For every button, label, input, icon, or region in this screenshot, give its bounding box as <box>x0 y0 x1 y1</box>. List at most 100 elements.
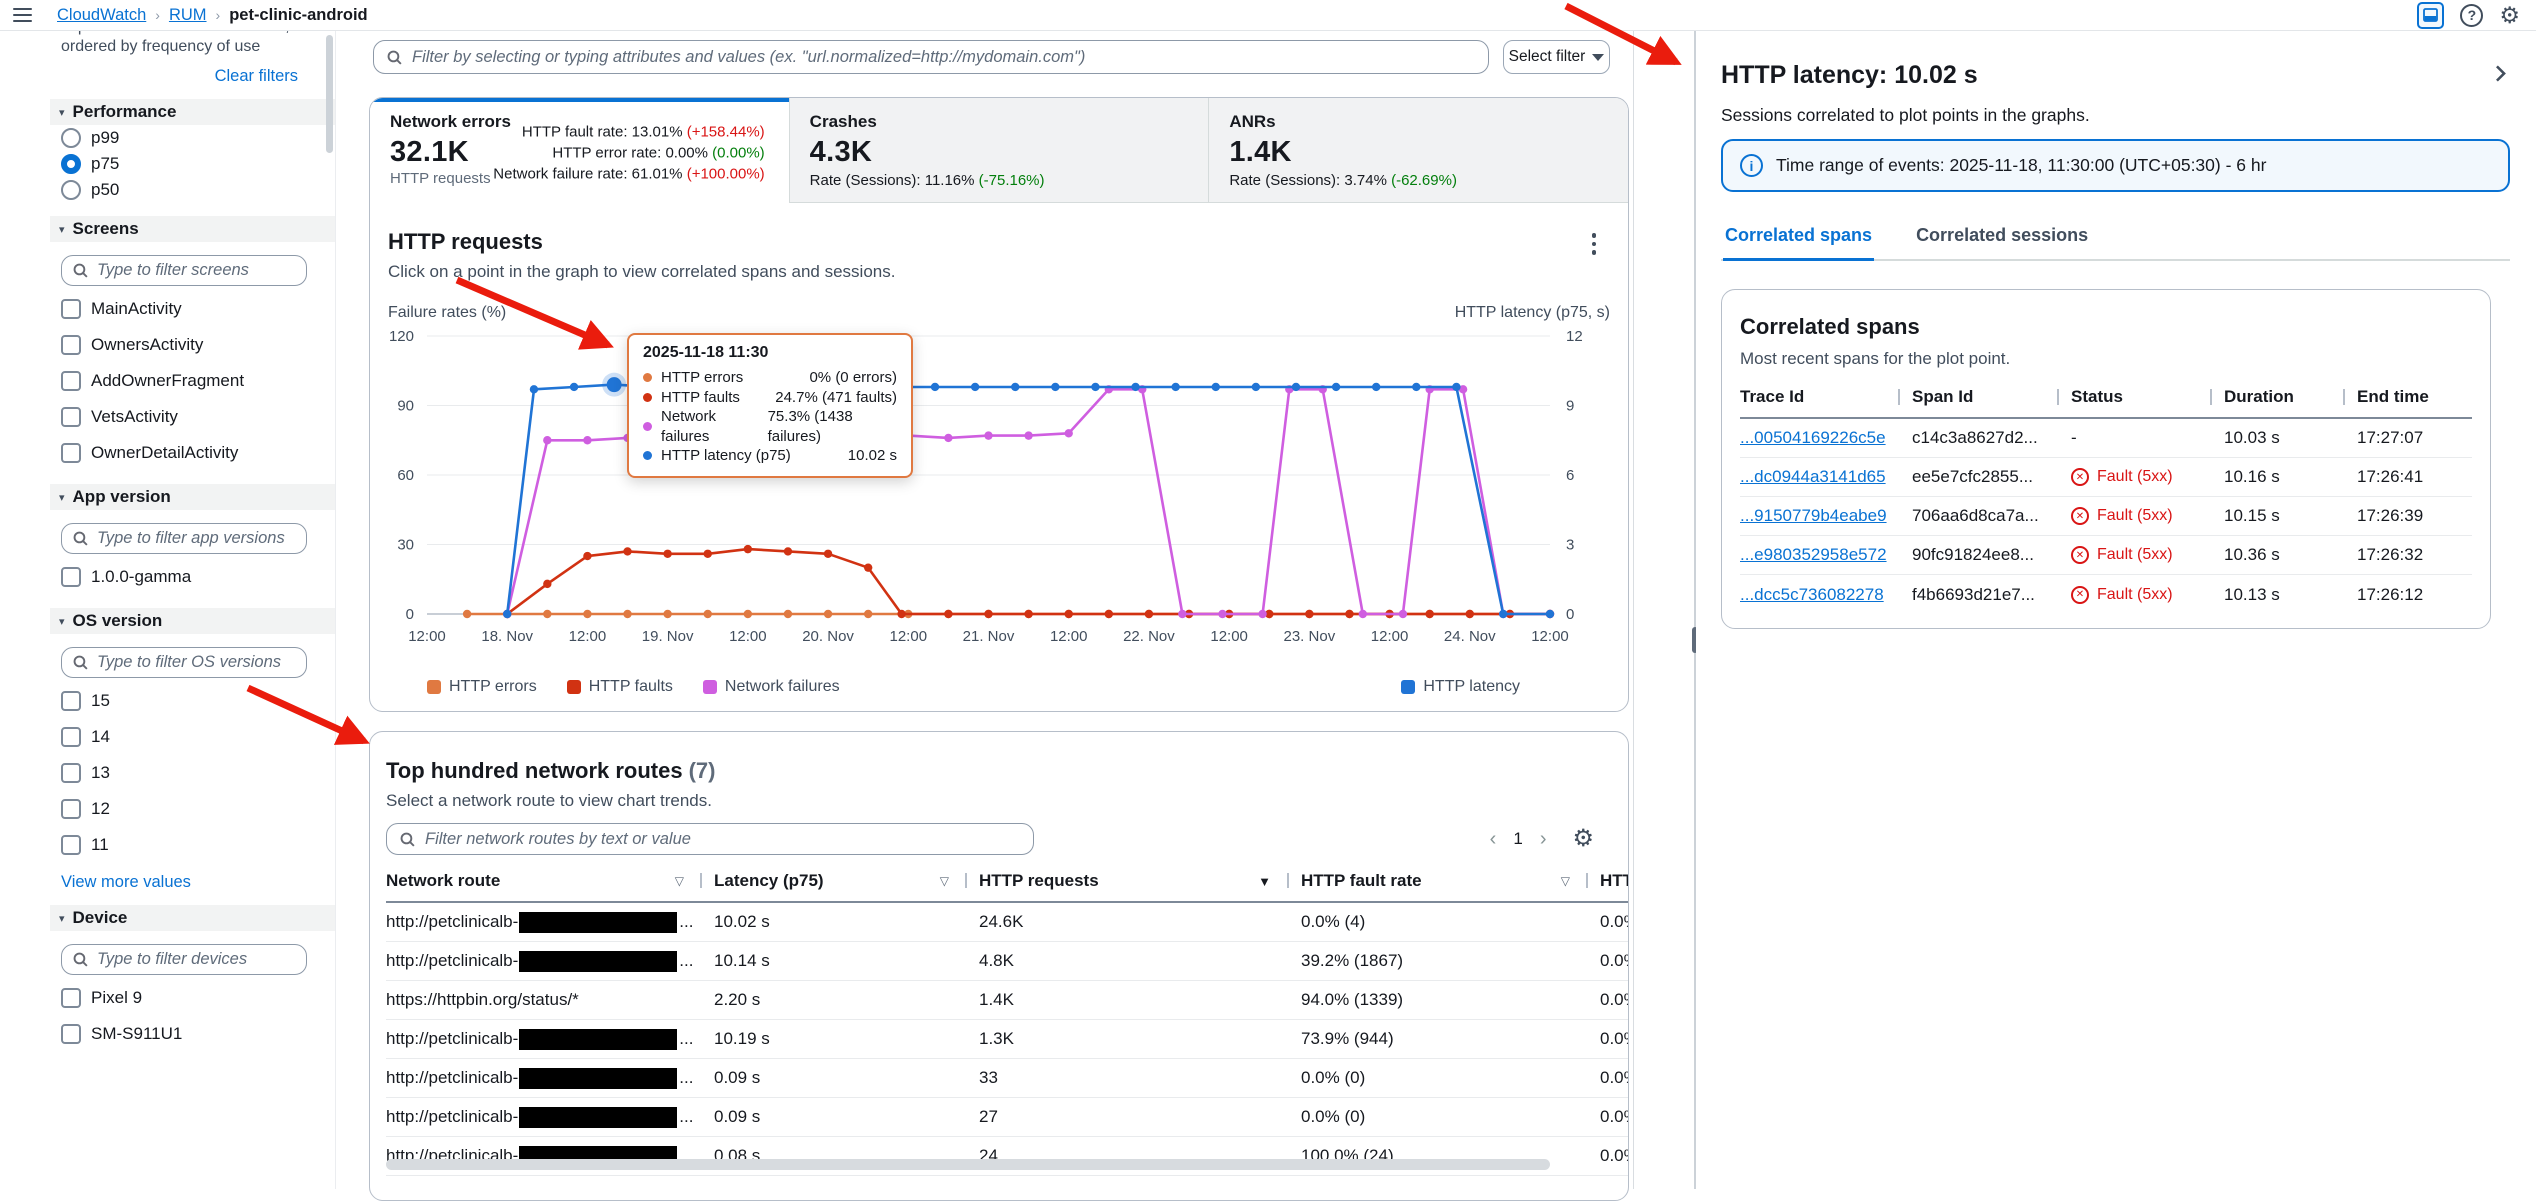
current-page[interactable]: 1 <box>1513 829 1522 849</box>
split-panel-icon[interactable] <box>2417 2 2444 29</box>
view-more-values-link[interactable]: View more values <box>61 873 335 892</box>
data-point-http-latency[interactable] <box>1011 383 1019 391</box>
filter-section-app-version[interactable]: ▾App version <box>50 484 335 510</box>
data-point-http-faults[interactable] <box>744 545 752 553</box>
metric-tab-network-errors[interactable]: Network errors32.1KHTTP requestsHTTP fau… <box>370 98 789 203</box>
network-route-row[interactable]: http://petclinicalb-...0.09 s330.0% (0)0… <box>386 1059 1629 1098</box>
data-point-http-faults[interactable] <box>1466 610 1474 618</box>
column-filter-icon[interactable]: ▽ <box>940 874 949 888</box>
checkbox-option-11[interactable]: 11 <box>61 827 335 863</box>
data-point-http-faults[interactable] <box>824 550 832 558</box>
table-preferences-gear-icon[interactable]: ⚙ <box>1572 827 1594 851</box>
radio-option-p75[interactable]: p75 <box>61 151 335 177</box>
data-point-http-errors[interactable] <box>784 610 792 618</box>
data-point-http-latency[interactable] <box>1412 383 1420 391</box>
horizontal-scrollbar[interactable] <box>386 1159 1550 1170</box>
checkbox-control[interactable] <box>61 763 81 783</box>
span-row[interactable]: ...9150779b4eabe9706aa6d8ca7a...✕Fault (… <box>1740 497 2472 536</box>
checkbox-option-vetsactivity[interactable]: VetsActivity <box>61 399 335 435</box>
attribute-filter-input[interactable] <box>412 48 1476 67</box>
data-point-http-faults[interactable] <box>1145 610 1153 618</box>
radio-control[interactable] <box>61 154 81 174</box>
checkbox-control[interactable] <box>61 443 81 463</box>
column-header-http-requests[interactable]: HTTP requests▼ <box>965 871 1287 891</box>
checkbox-control[interactable] <box>61 567 81 587</box>
data-point-http-latency[interactable] <box>1332 383 1340 391</box>
data-point-http-faults[interactable] <box>1024 610 1032 618</box>
trace-id-link[interactable]: ...e980352958e572 <box>1740 545 1887 564</box>
checkbox-control[interactable] <box>61 988 81 1008</box>
radio-control[interactable] <box>61 128 81 148</box>
data-point-http-latency[interactable] <box>1252 383 1260 391</box>
trace-id-link[interactable]: ...9150779b4eabe9 <box>1740 506 1887 525</box>
data-point-http-latency[interactable] <box>1372 383 1380 391</box>
filter-section-os-version[interactable]: ▾OS version <box>50 608 335 634</box>
radio-control[interactable] <box>61 180 81 200</box>
data-point-http-errors[interactable] <box>663 610 671 618</box>
data-point-http-latency[interactable] <box>570 383 578 391</box>
column-header-trace-id[interactable]: Trace Id <box>1740 387 1898 407</box>
data-point-network-failures[interactable] <box>543 436 551 444</box>
checkbox-control[interactable] <box>61 335 81 355</box>
data-point-http-faults[interactable] <box>663 550 671 558</box>
checkbox-control[interactable] <box>61 835 81 855</box>
data-point-http-latency[interactable] <box>1452 383 1460 391</box>
column-header-http-fault-rate[interactable]: HTTP fault rate▽ <box>1287 871 1586 891</box>
checkbox-control[interactable] <box>61 299 81 319</box>
tab-correlated-spans[interactable]: Correlated spans <box>1723 219 1874 261</box>
checkbox-control[interactable] <box>61 691 81 711</box>
metric-tab-crashes[interactable]: Crashes4.3KRate (Sessions): 11.16% (-75.… <box>789 98 1209 203</box>
select-filter-button[interactable]: Select filter <box>1503 40 1610 74</box>
routes-search-input[interactable] <box>425 830 1021 849</box>
checkbox-option-14[interactable]: 14 <box>61 719 335 755</box>
filter-search-input[interactable] <box>97 261 296 280</box>
checkbox-control[interactable] <box>61 1024 81 1044</box>
metric-tab-anrs[interactable]: ANRs1.4KRate (Sessions): 3.74% (-62.69%) <box>1208 98 1628 203</box>
column-header-http[interactable]: HTTP <box>1586 871 1629 891</box>
legend-http-errors[interactable]: HTTP errors <box>427 678 537 696</box>
data-point-http-latency[interactable] <box>1292 383 1300 391</box>
column-header-end-time[interactable]: End time <box>2343 387 2472 407</box>
legend-http-faults[interactable]: HTTP faults <box>567 678 673 696</box>
sort-desc-icon[interactable]: ▼ <box>1258 874 1271 889</box>
data-point-http-faults[interactable] <box>1305 610 1313 618</box>
filter-search-field[interactable] <box>61 255 307 286</box>
filter-search-input[interactable] <box>97 653 296 672</box>
checkbox-option-ownersactivity[interactable]: OwnersActivity <box>61 327 335 363</box>
previous-page-button[interactable]: ‹ <box>1490 829 1497 849</box>
settings-gear-icon[interactable]: ⚙ <box>2499 4 2520 27</box>
checkbox-option-ownerdetailactivity[interactable]: OwnerDetailActivity <box>61 435 335 471</box>
column-filter-icon[interactable]: ▽ <box>675 874 684 888</box>
data-point-network-failures[interactable] <box>1399 610 1407 618</box>
breadcrumb-item-cloudwatch[interactable]: CloudWatch <box>57 6 146 25</box>
data-point-http-latency[interactable] <box>503 610 511 618</box>
data-point-network-failures[interactable] <box>1258 610 1266 618</box>
http-requests-chart[interactable]: 003036069091201212:0018. Nov12:0019. Nov… <box>370 324 1628 654</box>
column-header-duration[interactable]: Duration <box>2210 387 2343 407</box>
checkbox-control[interactable] <box>61 407 81 427</box>
filter-search-input[interactable] <box>97 950 296 969</box>
trace-id-link[interactable]: ...dcc5c736082278 <box>1740 585 1884 604</box>
data-point-http-faults[interactable] <box>1105 610 1113 618</box>
checkbox-option-sm-s911u1[interactable]: SM-S911U1 <box>61 1016 335 1052</box>
help-icon[interactable]: ? <box>2460 4 2483 27</box>
filter-search-field[interactable] <box>61 647 307 678</box>
data-point-http-faults[interactable] <box>583 552 591 560</box>
data-point-http-faults[interactable] <box>944 610 952 618</box>
data-point-http-faults[interactable] <box>1065 610 1073 618</box>
checkbox-option-addownerfragment[interactable]: AddOwnerFragment <box>61 363 335 399</box>
data-point-http-faults[interactable] <box>864 563 872 571</box>
filter-search-input[interactable] <box>97 529 296 548</box>
data-point-http-faults[interactable] <box>704 550 712 558</box>
trace-id-link[interactable]: ...dc0944a3141d65 <box>1740 467 1886 486</box>
data-point-http-faults[interactable] <box>623 547 631 555</box>
data-point-http-errors[interactable] <box>543 610 551 618</box>
network-route-row[interactable]: http://petclinicalb-...10.19 s1.3K73.9% … <box>386 1020 1629 1059</box>
data-point-network-failures[interactable] <box>944 434 952 442</box>
data-point-http-latency[interactable] <box>1546 610 1554 618</box>
data-point-http-faults[interactable] <box>1425 610 1433 618</box>
data-point-http-faults[interactable] <box>984 610 992 618</box>
checkbox-option-12[interactable]: 12 <box>61 791 335 827</box>
span-row[interactable]: ...dc0944a3141d65ee5e7cfc2855...✕Fault (… <box>1740 458 2472 497</box>
span-row[interactable]: ...00504169226c5ec14c3a8627d2...-10.03 s… <box>1740 419 2472 458</box>
